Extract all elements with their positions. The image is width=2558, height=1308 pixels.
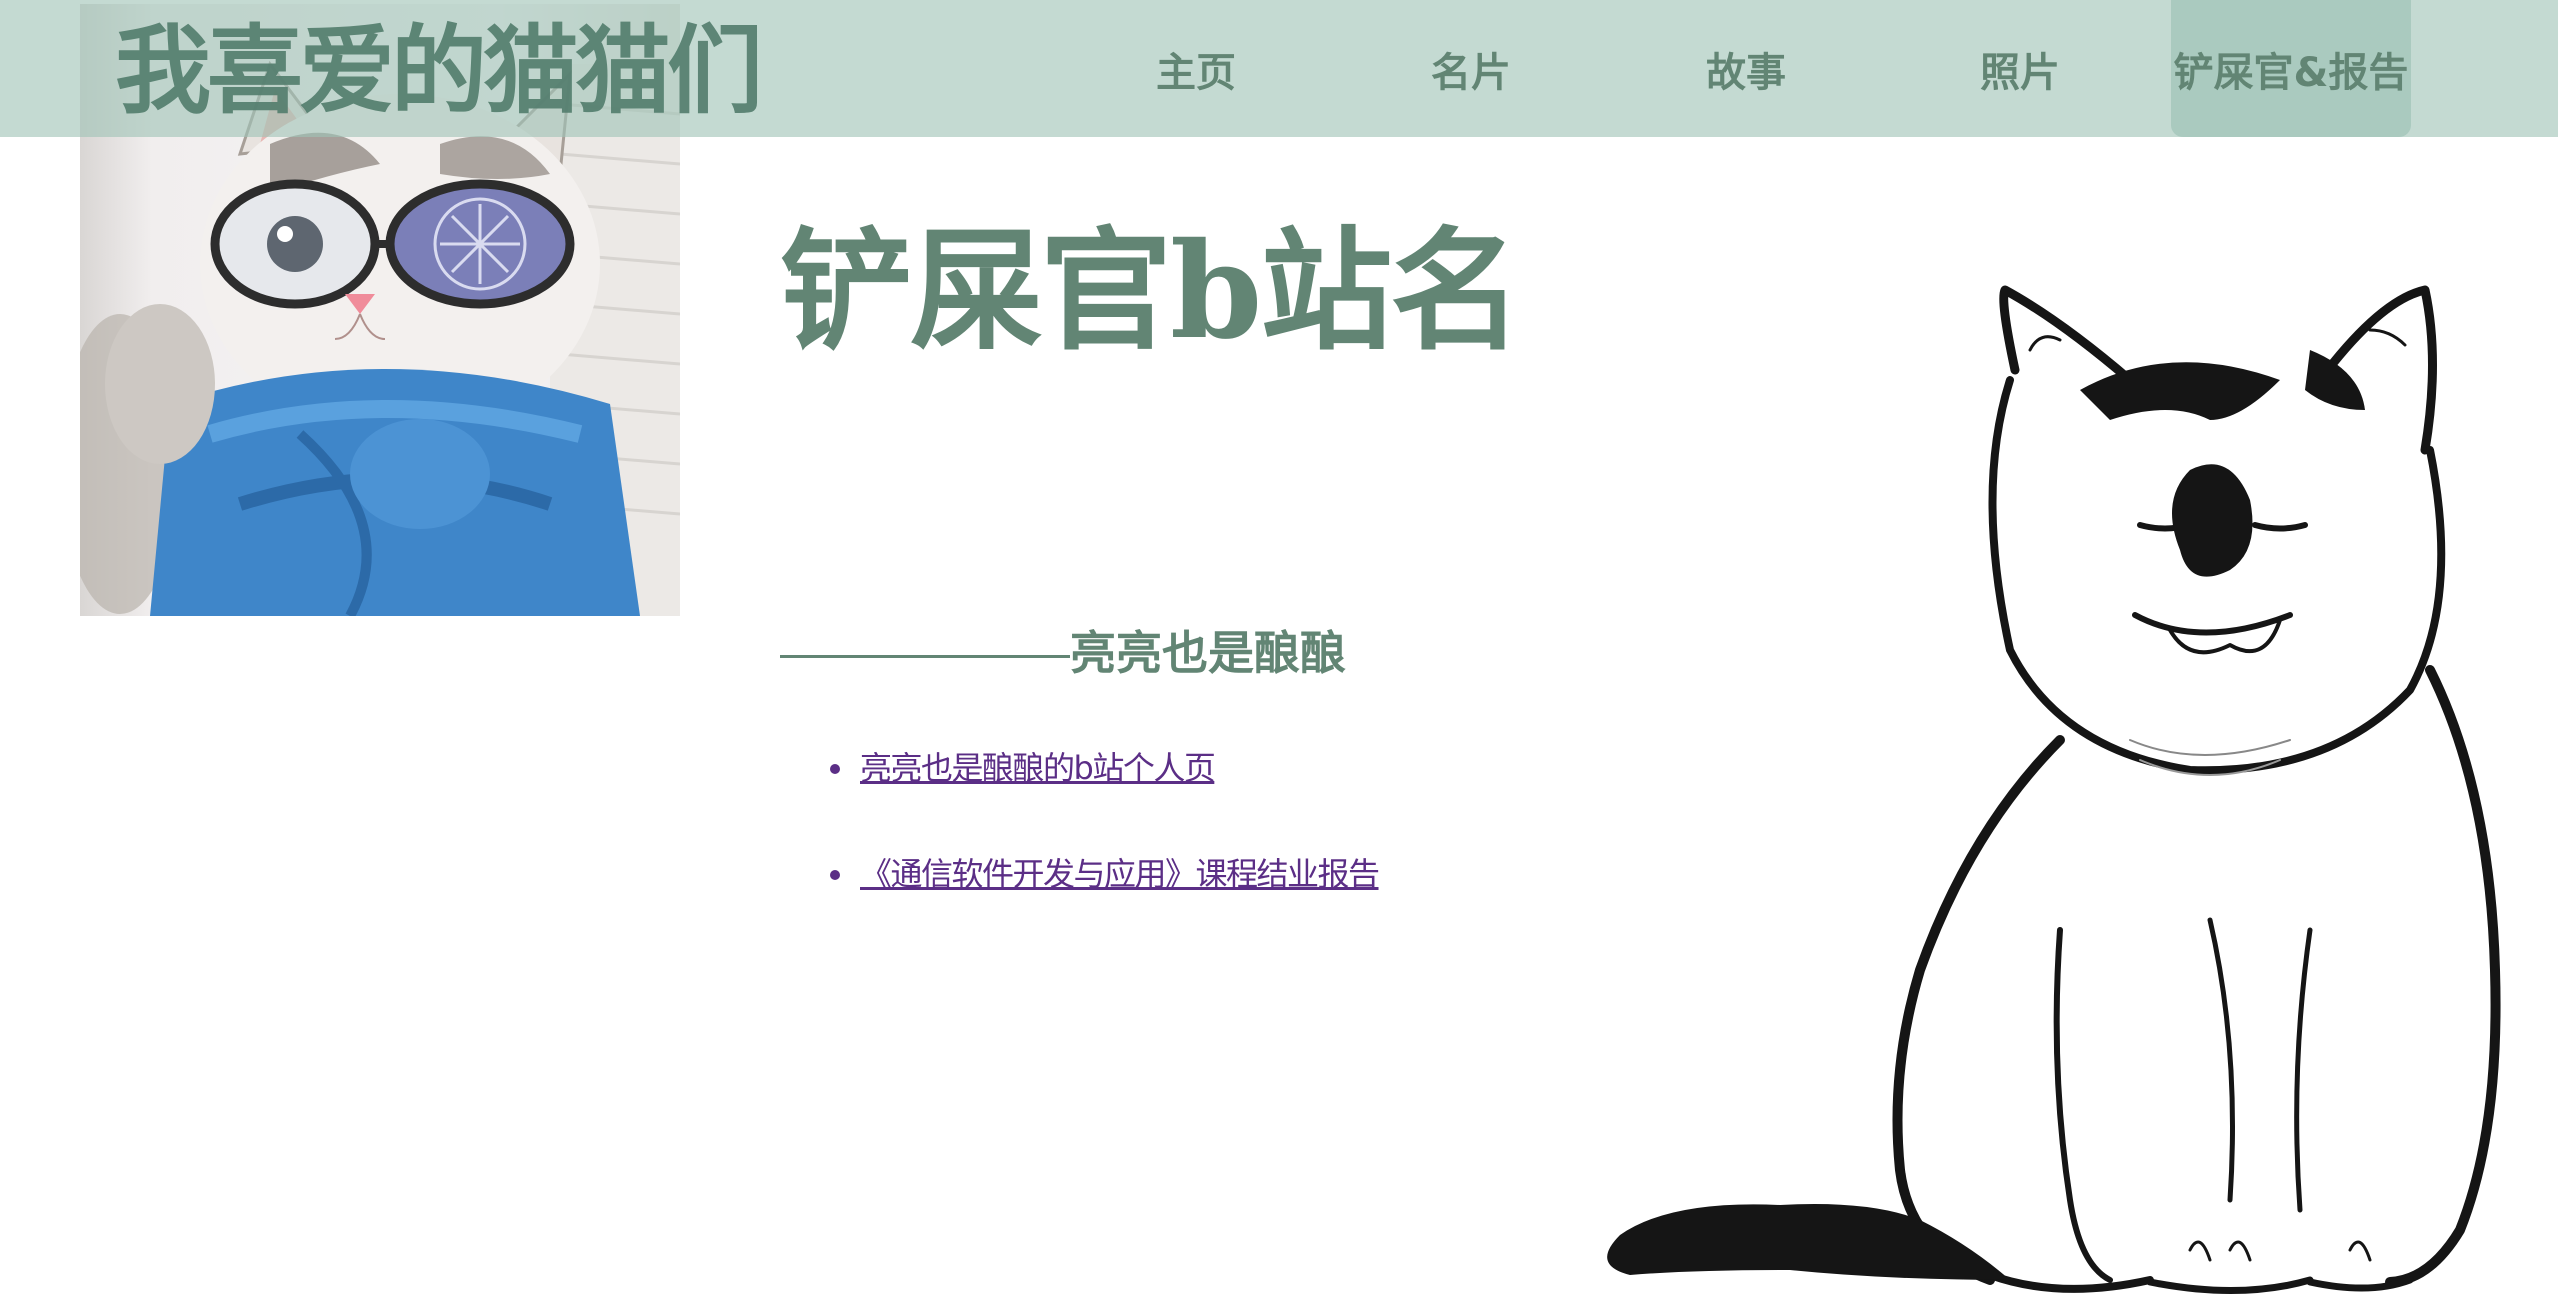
nav-photos[interactable]: 照片 (1900, 0, 2140, 137)
bilibili-profile-link[interactable]: 亮亮也是酿酿的b站个人页 (860, 749, 1216, 787)
list-item: 亮亮也是酿酿的b站个人页 (830, 740, 1379, 796)
page-heading: 铲屎官b站名 (780, 214, 1522, 369)
owner-name: 亮亮也是酿酿 (1070, 626, 1346, 680)
page: 我喜爱的猫猫们 主页 名片 故事 照片 铲屎官&报告 铲屎官b站名 亮亮也是酿酿… (0, 0, 2558, 1308)
ink-cat-illustration (1607, 285, 2501, 1295)
nav-profile-card[interactable]: 名片 (1351, 0, 1591, 137)
nav-home[interactable]: 主页 (1076, 0, 1316, 137)
owner-name-subtitle: 亮亮也是酿酿 (780, 618, 1346, 688)
top-navigation-bar: 我喜爱的猫猫们 主页 名片 故事 照片 铲屎官&报告 (0, 0, 2558, 137)
nav-stories[interactable]: 故事 (1626, 0, 1866, 137)
list-item: 《通信软件开发与应用》课程结业报告 (830, 846, 1380, 902)
site-title: 我喜爱的猫猫们 (115, 15, 763, 127)
em-dash-line (780, 655, 1070, 658)
nav-owner-report[interactable]: 铲屎官&报告 (2171, 0, 2411, 137)
course-report-link[interactable]: 《通信软件开发与应用》课程结业报告 (860, 855, 1380, 893)
link-list: 亮亮也是酿酿的b站个人页 《通信软件开发与应用》课程结业报告 (830, 740, 1380, 952)
